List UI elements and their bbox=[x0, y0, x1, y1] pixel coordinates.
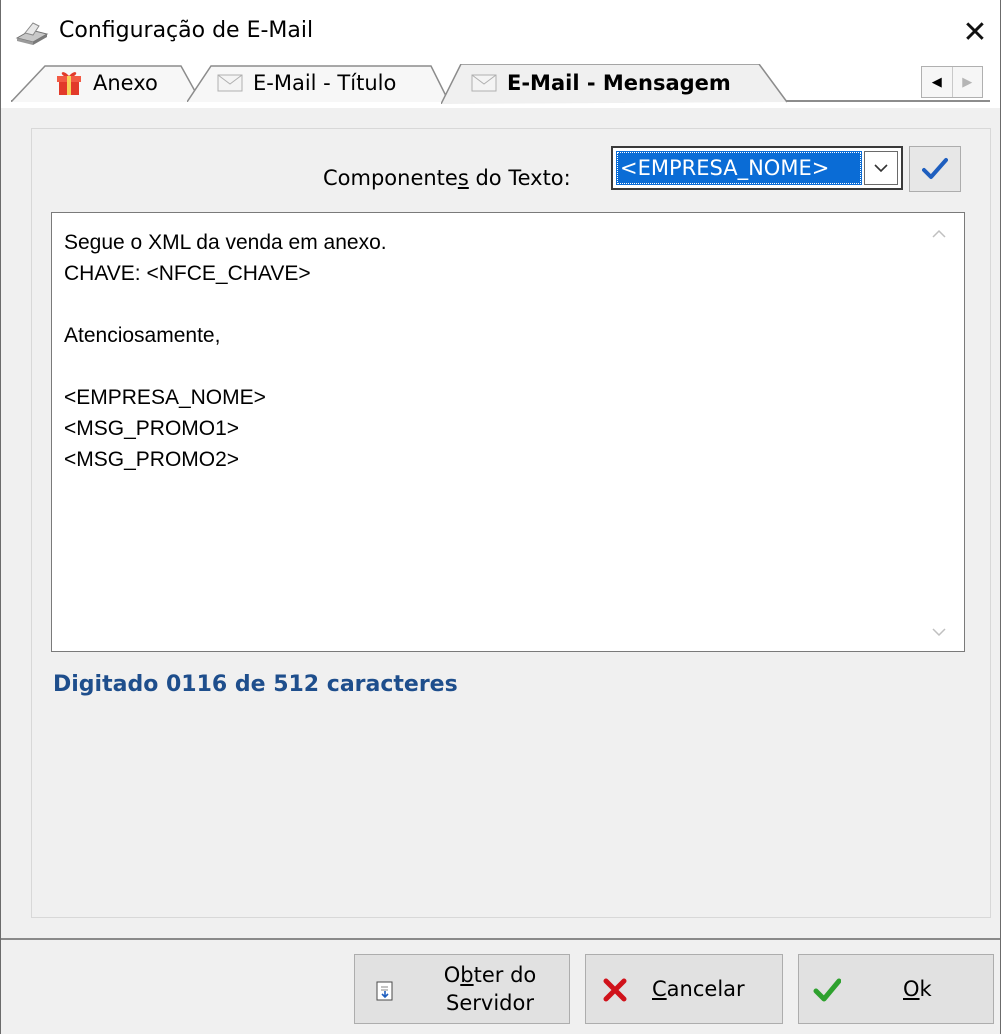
checkmark-icon bbox=[922, 158, 948, 179]
email-config-window: Configuração de E-Mail ✕ Anexo E-Mail - … bbox=[0, 0, 1001, 1034]
message-text: Segue o XML da venda em anexo. CHAVE: <N… bbox=[64, 231, 387, 471]
close-icon: ✕ bbox=[962, 15, 988, 50]
footer-divider bbox=[1, 938, 1000, 940]
download-icon bbox=[376, 981, 393, 1001]
components-label-part: Componente bbox=[323, 166, 458, 190]
checkmark-icon bbox=[813, 978, 841, 1002]
obter-label-accel: b bbox=[460, 963, 474, 987]
components-label-accel: s bbox=[457, 166, 469, 190]
ok-label-part: k bbox=[919, 977, 932, 1001]
components-label: Componentes do Texto: bbox=[323, 166, 571, 190]
tab-scroll-arrows: ◀ ▶ bbox=[921, 66, 983, 98]
tab-label: Anexo bbox=[93, 71, 158, 95]
ok-button[interactable]: Ok bbox=[798, 954, 994, 1024]
obter-do-servidor-button[interactable]: Obter do Servidor bbox=[354, 954, 570, 1024]
close-button[interactable]: ✕ bbox=[950, 10, 1000, 56]
window-title: Configuração de E-Mail bbox=[59, 18, 314, 43]
chevron-down-icon bbox=[874, 164, 888, 173]
arrow-right-icon: ▶ bbox=[962, 74, 973, 90]
app-icon bbox=[15, 22, 49, 45]
arrow-left-icon: ◀ bbox=[931, 74, 942, 90]
ok-label: Ok bbox=[903, 977, 932, 1001]
tab-scroll-left-button[interactable]: ◀ bbox=[922, 67, 953, 97]
components-select[interactable]: <EMPRESA_NOME> bbox=[611, 146, 903, 190]
scroll-up-icon[interactable] bbox=[932, 227, 946, 241]
components-label-part: do Texto: bbox=[468, 166, 571, 190]
scroll-down-icon[interactable] bbox=[932, 625, 946, 639]
insert-component-button[interactable] bbox=[909, 146, 961, 192]
gift-icon bbox=[57, 72, 81, 95]
obter-label-part: O bbox=[443, 963, 461, 987]
cross-icon bbox=[603, 978, 627, 1002]
cancel-label-accel: C bbox=[652, 977, 667, 1001]
cancel-label-part: ancelar bbox=[666, 977, 745, 1001]
tab-scroll-right-button[interactable]: ▶ bbox=[953, 67, 983, 97]
character-counter: Digitado 0116 de 512 caracteres bbox=[53, 672, 458, 697]
title-bar: Configuração de E-Mail ✕ bbox=[1, 0, 1000, 62]
message-textarea[interactable]: Segue o XML da venda em anexo. CHAVE: <N… bbox=[51, 212, 965, 652]
cancel-label: Cancelar bbox=[652, 977, 745, 1001]
tab-label: E-Mail - Título bbox=[253, 71, 397, 95]
tab-anexo[interactable]: Anexo bbox=[11, 64, 211, 102]
cancel-button[interactable]: Cancelar bbox=[585, 954, 783, 1024]
tab-label: E-Mail - Mensagem bbox=[507, 71, 731, 95]
obter-label: Obter do Servidor bbox=[415, 961, 565, 1017]
envelope-icon bbox=[471, 74, 497, 92]
envelope-icon bbox=[217, 74, 243, 92]
obter-label-line2: Servidor bbox=[446, 991, 534, 1015]
components-dropdown-button[interactable] bbox=[864, 151, 898, 185]
tab-email-mensagem[interactable]: E-Mail - Mensagem bbox=[441, 64, 791, 104]
ok-label-accel: O bbox=[903, 977, 920, 1001]
obter-label-part: ter do bbox=[473, 963, 537, 987]
tab-email-titulo[interactable]: E-Mail - Título bbox=[187, 64, 457, 102]
components-select-value: <EMPRESA_NOME> bbox=[616, 151, 862, 185]
